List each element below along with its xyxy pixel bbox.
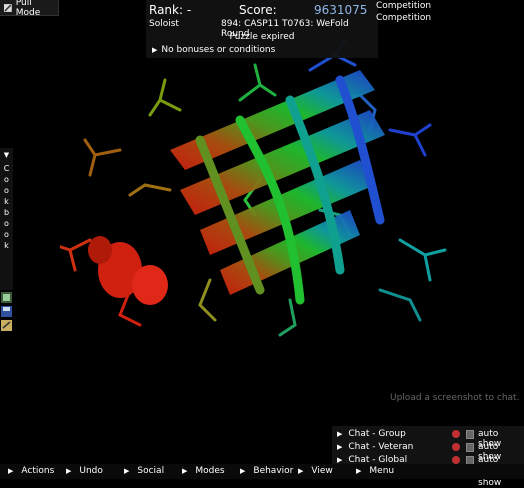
bonuses-label: No bonuses or conditions [161,45,276,55]
cookbook-panel[interactable]: ▼ C o o k b o o k [0,148,13,290]
puzzle-status: Puzzle expired [229,32,295,42]
expand-arrow-icon: ▶ [240,467,246,475]
expand-arrow-icon: ▶ [8,467,14,475]
upload-hint: Upload a screenshot to chat. [390,393,520,403]
competition-label-1: Competition [376,1,432,11]
bonuses-toggle[interactable]: ▶ No bonuses or conditions [152,45,275,55]
mode-label: Soloist [149,19,179,29]
pull-mode-label: Pull Mode [15,0,41,18]
score-value: 9631075 [314,3,368,17]
competition-label-2: Competition [376,13,432,23]
menu-modes[interactable]: ▶ Modes [182,466,225,476]
menu-social[interactable]: ▶ Social [124,466,164,476]
collapse-arrow-icon: ▼ [3,151,10,159]
chat-veteran-toggle[interactable]: ▶ Chat - Veteran [337,440,413,453]
menu-actions[interactable]: ▶ Actions [8,466,54,476]
expand-arrow-icon: ▶ [298,467,304,475]
cookbook-label: C o o k b o o k [3,164,10,250]
auto-show-checkbox[interactable] [466,443,474,452]
expand-arrow-icon: ▶ [337,455,343,464]
bottom-menu-bar: ▶ Actions ▶ Undo ▶ Social ▶ Modes ▶ Behavior … [0,464,524,479]
expand-arrow-icon: ▶ [337,429,343,438]
pull-mode-button[interactable]: Pull Mode [0,0,59,18]
score-panel: Rank: - Score: 9631075 Soloist 894: CASP… [146,0,378,58]
notes-icon[interactable] [1,320,12,331]
expand-arrow-icon: ▶ [356,467,362,475]
rank-label: Rank: - [149,3,192,17]
pull-mode-icon [3,3,12,12]
status-dot-icon [452,443,460,451]
score-label: Score: [239,3,277,17]
protein-viewport[interactable] [60,40,480,370]
chat-group-toggle[interactable]: ▶ Chat - Group [337,427,406,440]
expand-arrow-icon: ▶ [66,467,72,475]
status-dot-icon [452,430,460,438]
expand-arrow-icon: ▶ [124,467,130,475]
menu-view[interactable]: ▶ View [298,466,333,476]
menu-undo[interactable]: ▶ Undo [66,466,103,476]
recipe-icon[interactable] [1,292,12,303]
auto-show-checkbox[interactable] [466,430,474,439]
status-dot-icon [452,456,460,464]
expand-arrow-icon: ▶ [152,46,158,54]
expand-arrow-icon: ▶ [337,442,343,451]
expand-arrow-icon: ▶ [182,467,188,475]
menu-main[interactable]: ▶ Menu [356,466,394,476]
save-icon[interactable] [1,306,12,317]
menu-behavior[interactable]: ▶ Behavior [240,466,293,476]
